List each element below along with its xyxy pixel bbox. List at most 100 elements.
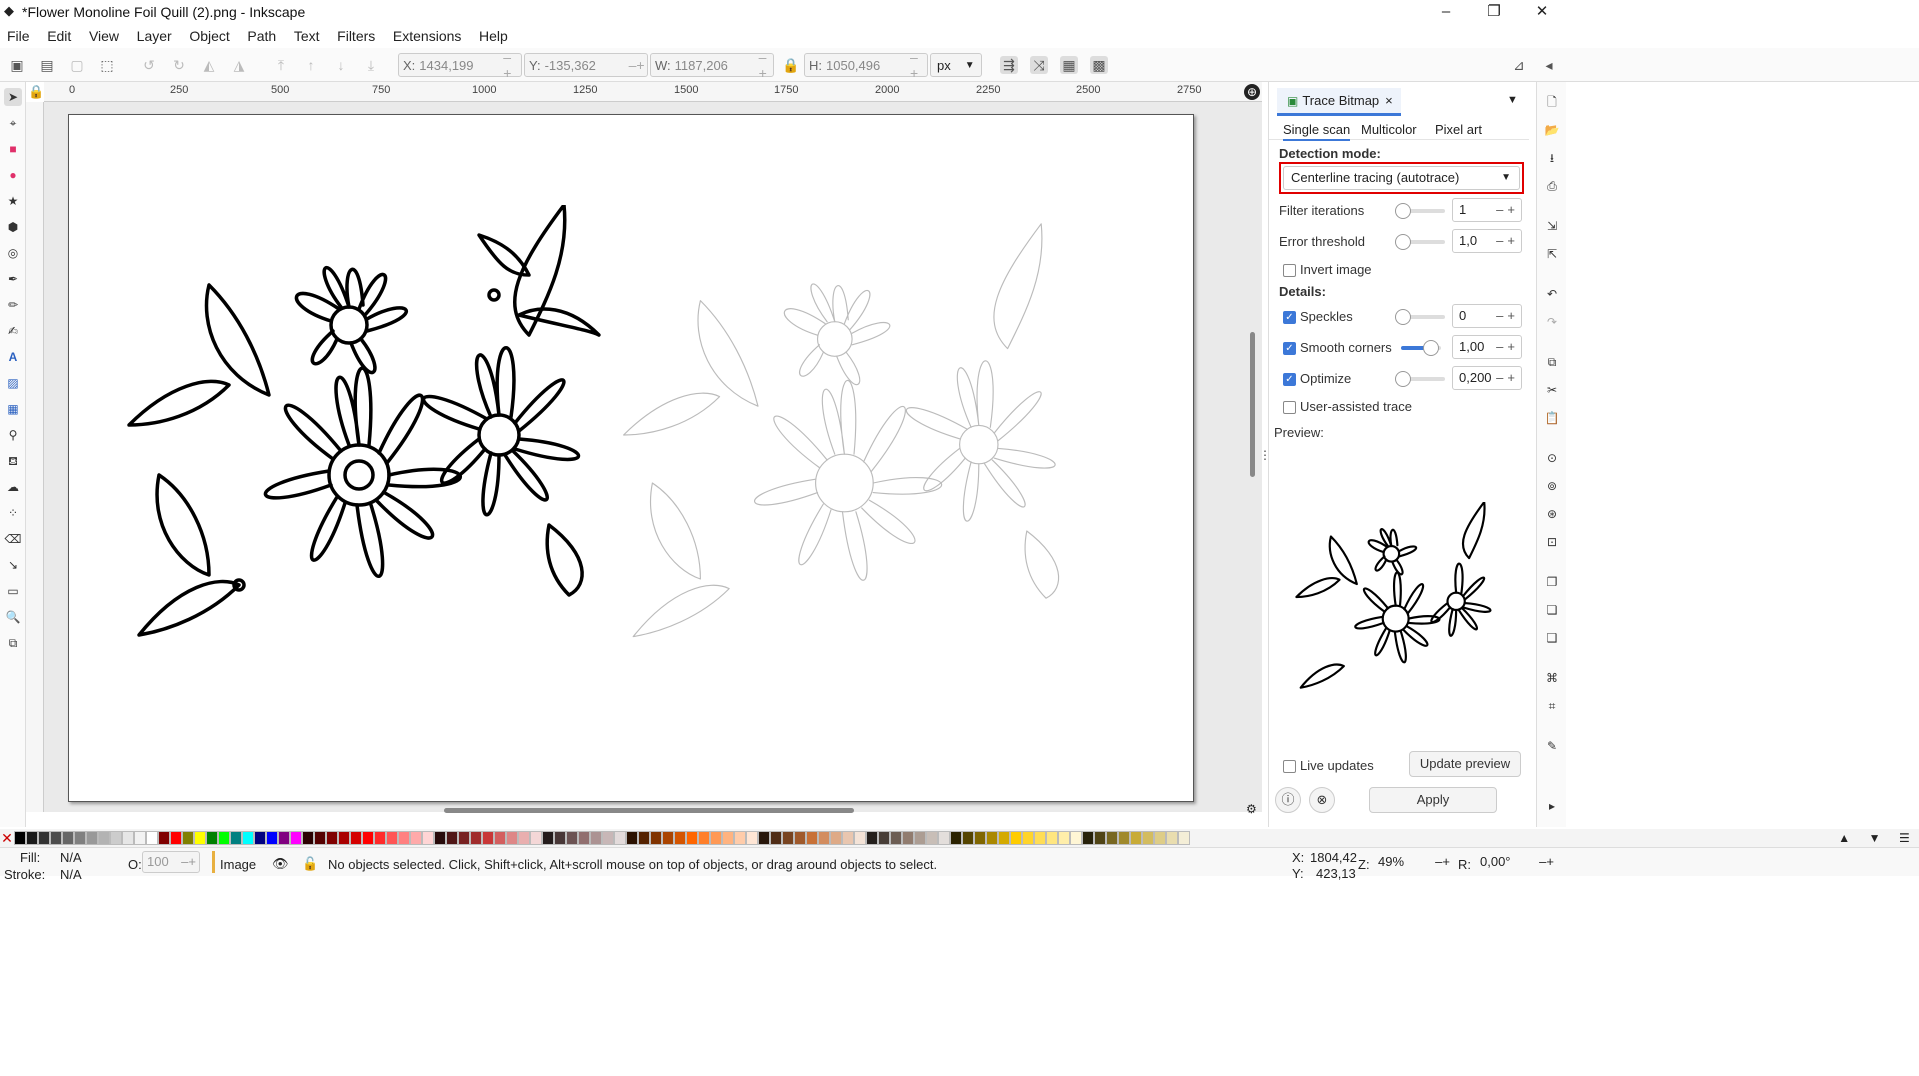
color-swatch[interactable] xyxy=(662,831,674,845)
apply-button[interactable]: Apply xyxy=(1369,787,1497,813)
xml-editor-icon[interactable]: ✎ xyxy=(1544,738,1560,754)
color-swatch[interactable] xyxy=(290,831,302,845)
h-stepper[interactable]: –+ xyxy=(908,49,927,81)
checkmark-icon[interactable]: ✓ xyxy=(1283,311,1296,325)
zoom-page-icon[interactable]: ⊛ xyxy=(1544,506,1560,522)
color-swatch[interactable] xyxy=(1058,831,1070,845)
pages-tool-icon[interactable]: ⧉ xyxy=(4,634,22,652)
slider-knob[interactable] xyxy=(1395,309,1411,325)
color-swatch[interactable] xyxy=(1178,831,1190,845)
paint-bucket-tool-icon[interactable]: ⛾ xyxy=(4,452,22,470)
color-swatch[interactable] xyxy=(1154,831,1166,845)
x-position-field[interactable]: X: –+ xyxy=(398,49,522,81)
stepper[interactable]: –+ xyxy=(181,852,199,872)
color-swatch[interactable] xyxy=(14,831,26,845)
color-swatch[interactable] xyxy=(854,831,866,845)
color-swatch[interactable] xyxy=(482,831,494,845)
star-tool-icon[interactable]: ★ xyxy=(4,192,22,210)
color-swatch[interactable] xyxy=(122,831,134,845)
dropper-tool-icon[interactable]: ⚲ xyxy=(4,426,22,444)
save-icon[interactable]: ⭳ xyxy=(1544,150,1560,166)
new-document-icon[interactable]: 🗋 xyxy=(1544,94,1560,110)
zoom-drawing-icon[interactable]: ⊚ xyxy=(1544,478,1560,494)
unlink-clone-icon[interactable]: ❑ xyxy=(1544,630,1560,646)
paste-icon[interactable]: 📋 xyxy=(1544,410,1560,426)
color-swatch[interactable] xyxy=(590,831,602,845)
tab-trace-bitmap[interactable]: ▣ Trace Bitmap × xyxy=(1277,88,1401,116)
h-input[interactable] xyxy=(826,54,908,76)
group-icon[interactable]: ⌘ xyxy=(1544,670,1560,686)
color-swatch[interactable] xyxy=(26,831,38,845)
color-swatch[interactable] xyxy=(998,831,1010,845)
zoom-input[interactable]: 49% –+ xyxy=(1372,851,1450,873)
connector-tool-icon[interactable]: ↘ xyxy=(4,556,22,574)
raise-to-top-icon[interactable]: ⤒ xyxy=(272,56,290,74)
document-page[interactable] xyxy=(68,114,1194,802)
color-swatch[interactable] xyxy=(842,831,854,845)
x-input[interactable] xyxy=(419,54,502,76)
clone-icon[interactable]: ❏ xyxy=(1544,602,1560,618)
slider-knob[interactable] xyxy=(1395,203,1411,219)
zoom-width-icon[interactable]: ⊡ xyxy=(1544,534,1560,550)
toggle-lock-icon[interactable]: 🔓 xyxy=(302,856,318,872)
touch-select-icon[interactable]: ⬚ xyxy=(98,56,116,74)
color-swatch[interactable] xyxy=(1046,831,1058,845)
pencil-tool-icon[interactable]: ✏ xyxy=(4,296,22,314)
color-swatch[interactable] xyxy=(1094,831,1106,845)
color-swatch[interactable] xyxy=(110,831,122,845)
flip-vertical-icon[interactable]: ◮ xyxy=(230,56,248,74)
color-swatch[interactable] xyxy=(650,831,662,845)
toggle-commands-bar-icon[interactable]: ◂ xyxy=(1540,56,1558,74)
stepper[interactable]: –+ xyxy=(1496,336,1519,358)
print-icon[interactable]: ⎙ xyxy=(1544,178,1560,194)
color-swatch[interactable] xyxy=(362,831,374,845)
close-window-button[interactable]: ✕ xyxy=(1519,0,1565,24)
w-input[interactable] xyxy=(674,54,757,76)
minimize-button[interactable]: – xyxy=(1423,0,1469,24)
zoom-correction-icon[interactable]: ⚙ xyxy=(1246,802,1257,816)
stepper[interactable]: –+ xyxy=(1496,367,1519,389)
scale-stroke-icon[interactable]: ⇶ xyxy=(1000,56,1018,74)
color-swatch[interactable] xyxy=(878,831,890,845)
color-swatch[interactable] xyxy=(950,831,962,845)
unit-select[interactable]: px ▼ xyxy=(930,53,982,77)
color-swatch[interactable] xyxy=(458,831,470,845)
palette-menu-icon[interactable]: ☰ xyxy=(1899,829,1910,847)
optimize-slider[interactable] xyxy=(1395,371,1445,387)
ungroup-icon[interactable]: ⌗ xyxy=(1544,698,1560,714)
tab-pixel-art[interactable]: Pixel art xyxy=(1435,122,1482,137)
color-swatch[interactable] xyxy=(746,831,758,845)
move-gradients-icon[interactable]: ▦ xyxy=(1060,56,1078,74)
maximize-button[interactable]: ❐ xyxy=(1471,0,1517,24)
color-swatch[interactable] xyxy=(206,831,218,845)
speckles-checkbox[interactable]: ✓ Speckles xyxy=(1283,309,1353,325)
invert-image-checkbox[interactable]: Invert image xyxy=(1283,262,1372,278)
slider-knob[interactable] xyxy=(1395,371,1411,387)
measure-tool-icon[interactable]: ▭ xyxy=(4,582,22,600)
undo-icon[interactable]: ↶ xyxy=(1544,286,1560,302)
width-field[interactable]: W: –+ xyxy=(650,49,774,81)
user-assisted-trace-checkbox[interactable]: User-assisted trace xyxy=(1283,399,1412,415)
rectangle-tool-icon[interactable]: ■ xyxy=(4,140,22,158)
color-swatch[interactable] xyxy=(1142,831,1154,845)
color-swatch[interactable] xyxy=(638,831,650,845)
redo-icon[interactable]: ↷ xyxy=(1544,314,1560,330)
color-swatch[interactable] xyxy=(50,831,62,845)
menu-layer[interactable]: Layer xyxy=(130,24,179,48)
color-swatch[interactable] xyxy=(602,831,614,845)
color-swatch[interactable] xyxy=(146,831,158,845)
color-swatch[interactable] xyxy=(38,831,50,845)
color-swatch[interactable] xyxy=(830,831,842,845)
color-swatch[interactable] xyxy=(170,831,182,845)
error-threshold-slider[interactable] xyxy=(1395,234,1445,250)
color-swatch[interactable] xyxy=(566,831,578,845)
checkbox-unchecked[interactable] xyxy=(1283,401,1296,415)
color-swatch[interactable] xyxy=(374,831,386,845)
smooth-corners-slider[interactable] xyxy=(1401,340,1441,356)
color-swatch[interactable] xyxy=(398,831,410,845)
color-swatch[interactable] xyxy=(410,831,422,845)
menu-object[interactable]: Object xyxy=(182,24,236,48)
color-swatch[interactable] xyxy=(518,831,530,845)
move-patterns-icon[interactable]: ▩ xyxy=(1090,56,1108,74)
open-file-icon[interactable]: 📂 xyxy=(1544,122,1560,138)
